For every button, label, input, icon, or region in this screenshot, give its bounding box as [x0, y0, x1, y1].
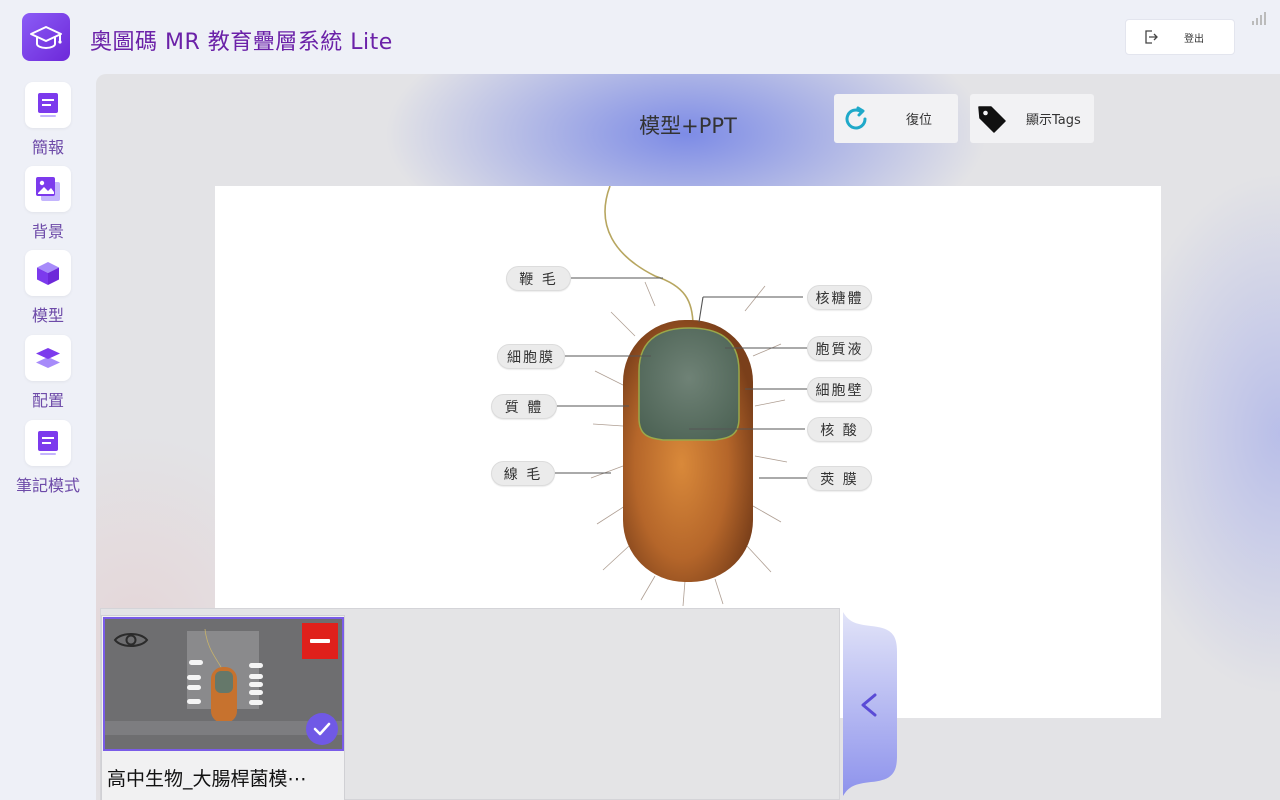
selected-check-badge [306, 713, 338, 745]
sidebar-item-label: 模型 [31, 306, 64, 325]
tray-collapse-button[interactable] [843, 612, 899, 796]
minus-icon [310, 639, 330, 643]
cube-icon [37, 262, 59, 285]
eye-icon [113, 633, 149, 647]
app-logo [22, 13, 70, 61]
refresh-icon [845, 106, 867, 129]
content-tray: 高中生物_大腸桿菌模⋯ [100, 608, 840, 800]
card-title: 高中生物_大腸桿菌模⋯ [107, 768, 307, 790]
presentation-icon [38, 93, 58, 117]
sidebar-icon-box [25, 335, 71, 381]
show-tags-label: 顯示Tags [1026, 113, 1081, 128]
show-tags-button[interactable]: 顯示Tags [970, 94, 1094, 143]
sidebar-item-model[interactable]: 模型 [0, 250, 96, 326]
tag-icon [978, 105, 1006, 133]
graduation-cap-icon [30, 26, 62, 50]
logout-label: 登出 [1184, 33, 1204, 45]
app-title: 奧圖碼 MR 教育疊層系統 Lite [90, 30, 393, 55]
logout-icon [1145, 30, 1158, 44]
label-cell-membrane: 細胞膜 [497, 344, 565, 369]
label-nucleic-acid: 核 酸 [807, 417, 872, 442]
sidebar-item-label: 筆記模式 [15, 476, 80, 495]
signal-strength-icon [1252, 12, 1266, 25]
label-plasmid: 質 體 [491, 394, 557, 419]
image-icon [36, 177, 60, 201]
sidebar-item-presentation[interactable]: 簡報 [0, 82, 96, 158]
sidebar-item-note-mode[interactable]: 筆記模式 [0, 420, 96, 496]
logout-button[interactable]: 登出 [1125, 19, 1235, 55]
chevron-left-icon [861, 693, 877, 717]
label-pili: 線 毛 [491, 461, 555, 486]
reset-label: 復位 [906, 113, 933, 128]
layers-icon [36, 348, 60, 368]
label-capsule: 莢 膜 [807, 466, 872, 491]
stage-title: 模型+PPT [639, 114, 737, 138]
sidebar-icon-box [25, 82, 71, 128]
sidebar-item-label: 背景 [31, 222, 64, 241]
reset-button[interactable]: 復位 [834, 94, 958, 143]
sidebar-item-layout[interactable]: 配置 [0, 335, 96, 411]
check-icon [313, 722, 331, 736]
label-ribosome: 核糖體 [807, 285, 872, 310]
sidebar-icon-box [25, 420, 71, 466]
sidebar-item-label: 配置 [31, 391, 64, 410]
sidebar-item-label: 簡報 [31, 138, 64, 157]
sidebar-icon-box [25, 250, 71, 296]
label-cytoplasm: 胞質液 [807, 336, 872, 361]
card-thumbnail[interactable] [103, 617, 344, 751]
label-cell-wall: 細胞壁 [807, 377, 872, 402]
remove-button[interactable] [302, 623, 338, 659]
content-card[interactable]: 高中生物_大腸桿菌模⋯ [101, 615, 345, 800]
sidebar-icon-box [25, 166, 71, 212]
sidebar-item-background[interactable]: 背景 [0, 166, 96, 242]
visibility-toggle[interactable] [113, 629, 149, 655]
label-flagellum: 鞭 毛 [506, 266, 571, 291]
note-icon [38, 431, 58, 455]
